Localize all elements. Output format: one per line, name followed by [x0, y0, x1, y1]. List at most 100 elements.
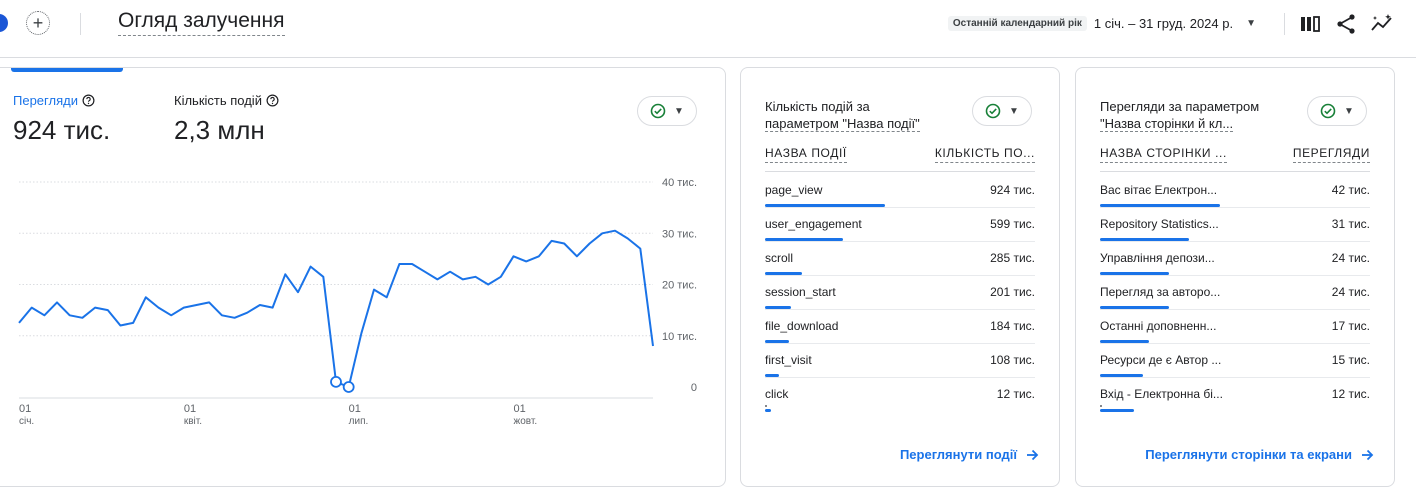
x-tick-label: 01 [184, 403, 196, 415]
check-circle-icon [985, 103, 1001, 119]
event-row-name: user_engagement [765, 217, 862, 231]
event-row-bar [765, 409, 771, 412]
arrow-right-icon [1027, 449, 1039, 460]
pages-card: Перегляди за параметром "Назва сторінки … [1075, 67, 1395, 487]
event-row-value: 285 тис. [990, 251, 1035, 265]
event-row[interactable]: session_start 201 тис. [765, 276, 1035, 310]
date-preset-label: Останній календарний рік [947, 16, 1087, 31]
event-row[interactable]: click 12 тис. [765, 378, 1035, 412]
event-row[interactable]: page_view 924 тис. [765, 174, 1035, 208]
event-row-value: 924 тис. [990, 183, 1035, 197]
page-row-name: Вхід - Електронна бі... [1100, 387, 1223, 401]
status-menu-button[interactable]: ▼ [972, 96, 1032, 126]
event-row-value: 201 тис. [990, 285, 1035, 299]
event-row-value: 108 тис. [990, 353, 1035, 367]
compare-icon[interactable] [1298, 12, 1322, 36]
event-row-bar [765, 272, 802, 275]
page-row[interactable]: Ресурси де є Автор ... 15 тис. [1100, 344, 1370, 378]
event-row-value: 599 тис. [990, 217, 1035, 231]
x-tick-label: 01 [514, 403, 526, 415]
view-pages-link[interactable]: Переглянути сторінки та екрани [1145, 447, 1374, 462]
partial-circle-icon[interactable] [0, 14, 8, 32]
page-row-bar [1100, 272, 1169, 275]
column-header-page-title[interactable]: НАЗВА СТОРІНКИ ... [1100, 146, 1227, 163]
insights-icon[interactable] [1370, 12, 1394, 36]
event-row[interactable]: scroll 285 тис. [765, 242, 1035, 276]
column-header-event-count[interactable]: КІЛЬКІСТЬ ПО... [934, 146, 1035, 163]
y-tick-label: 20 тис. [662, 280, 697, 292]
page-row-name: Ресурси де є Автор ... [1100, 353, 1222, 367]
x-tick-label: жовт. [514, 416, 538, 427]
page-row-value: 12 тис. [1331, 387, 1370, 401]
chevron-down-icon: ▼ [1246, 18, 1256, 29]
page-row-bar [1100, 306, 1169, 309]
page-row[interactable]: Управління депози... 24 тис. [1100, 242, 1370, 276]
page-row[interactable]: Вхід - Електронна бі... 12 тис. [1100, 378, 1370, 412]
x-tick-label: квіт. [184, 416, 202, 427]
separator [80, 13, 81, 35]
column-header-views[interactable]: ПЕРЕГЛЯДИ [1292, 146, 1370, 163]
truncation-dot [765, 405, 767, 407]
page-row[interactable]: Вас вітає Електрон... 42 тис. [1100, 174, 1370, 208]
data-point[interactable] [330, 375, 342, 388]
page-row-value: 31 тис. [1331, 217, 1370, 231]
divider [1100, 171, 1370, 172]
x-tick-label: лип. [349, 416, 369, 427]
column-header-event-name[interactable]: НАЗВА ПОДІЇ [765, 146, 847, 163]
page-row-bar [1100, 340, 1149, 343]
data-point[interactable] [342, 381, 355, 393]
y-tick-label: 40 тис. [662, 177, 697, 189]
page-row-bar [1100, 409, 1135, 412]
events-card: Кількість подій за параметром "Назва под… [740, 67, 1060, 487]
add-icon[interactable]: + [26, 11, 50, 35]
page-row[interactable]: Перегляд за авторо... 24 тис. [1100, 276, 1370, 310]
y-tick-label: 10 тис. [662, 331, 697, 343]
event-row-name: page_view [765, 183, 823, 197]
x-tick-label: 01 [19, 403, 31, 415]
event-row-name: file_download [765, 319, 839, 333]
pages-table: Вас вітає Електрон... 42 тис. Repository S… [1100, 174, 1370, 412]
page-title[interactable]: Огляд залучення [118, 9, 285, 36]
divider [0, 57, 1416, 58]
event-row-name: session_start [765, 285, 836, 299]
page-row-value: 15 тис. [1331, 353, 1370, 367]
event-row[interactable]: user_engagement 599 тис. [765, 208, 1035, 242]
page-row-value: 24 тис. [1331, 285, 1370, 299]
page-row-name: Repository Statistics... [1100, 217, 1219, 231]
views-series-line [18, 229, 654, 388]
share-icon[interactable] [1334, 12, 1358, 36]
page-row-bar [1100, 238, 1189, 241]
views-line-chart: 010 тис.20 тис.30 тис.40 тис.01січ.01кві… [18, 177, 697, 427]
status-menu-button[interactable]: ▼ [1307, 96, 1367, 126]
top-bar: + Огляд залучення Останній календарний р… [0, 0, 1416, 50]
pages-card-title: Перегляди за параметром "Назва сторінки … [1100, 99, 1260, 132]
event-row[interactable]: file_download 184 тис. [765, 310, 1035, 344]
events-table: page_view 924 тис. user_engagement 599 тис.… [765, 174, 1035, 412]
divider [765, 171, 1035, 172]
y-tick-label: 0 [691, 382, 697, 394]
page-row-name: Управління депози... [1100, 251, 1215, 265]
event-row-value: 184 тис. [990, 319, 1035, 333]
arrow-right-icon [1362, 449, 1374, 460]
event-row-name: first_visit [765, 353, 812, 367]
view-events-link[interactable]: Переглянути події [900, 447, 1039, 462]
event-row-bar [765, 374, 780, 377]
page-row-name: Перегляд за авторо... [1100, 285, 1221, 299]
page-row[interactable]: Repository Statistics... 31 тис. [1100, 208, 1370, 242]
page-row-name: Вас вітає Електрон... [1100, 183, 1218, 197]
page-row-bar [1100, 204, 1220, 207]
chevron-down-icon: ▼ [1344, 105, 1354, 117]
event-row[interactable]: first_visit 108 тис. [765, 344, 1035, 378]
date-range-picker[interactable]: Останній календарний рік 1 січ. – 31 гру… [947, 16, 1256, 31]
event-row-bar [765, 340, 789, 343]
y-tick-label: 30 тис. [662, 228, 697, 240]
separator [1284, 13, 1285, 35]
page-row-value: 17 тис. [1331, 319, 1370, 333]
chevron-down-icon: ▼ [1009, 105, 1019, 117]
page-row[interactable]: Останні доповненн... 17 тис. [1100, 310, 1370, 344]
x-tick-label: 01 [349, 403, 361, 415]
date-range-text: 1 січ. – 31 груд. 2024 р. [1093, 16, 1234, 31]
check-circle-icon [1320, 103, 1336, 119]
page-row-value: 24 тис. [1331, 251, 1370, 265]
engagement-chart-card: Перегляди 924 тис. Кількість подій 2,3 м… [0, 67, 726, 487]
